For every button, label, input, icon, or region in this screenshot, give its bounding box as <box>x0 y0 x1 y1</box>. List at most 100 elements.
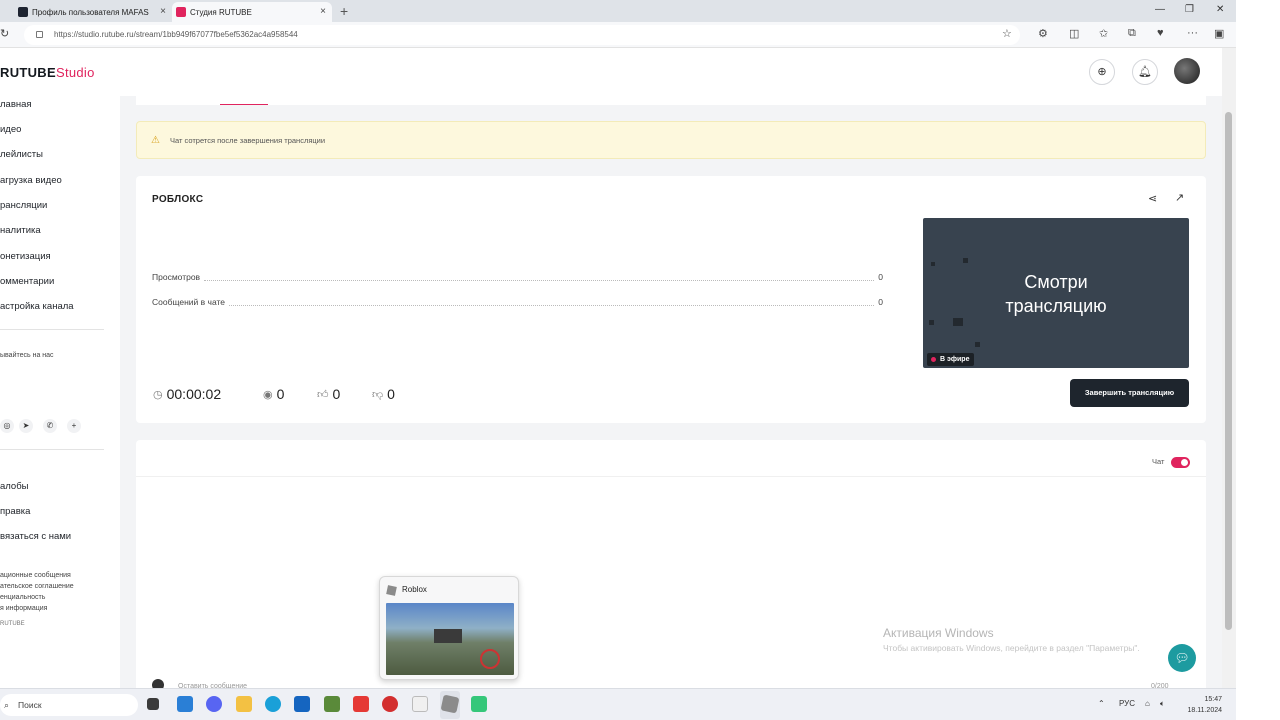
sidebar-item-complaints[interactable]: алобы <box>0 481 29 492</box>
footer-link[interactable]: ательское соглашение <box>0 583 74 590</box>
sidebar-item-upload[interactable]: агрузка видео <box>0 175 62 186</box>
collections-icon[interactable]: ⧉ <box>1128 27 1136 40</box>
stat-views: Просмотров 0 <box>152 272 883 282</box>
avatar[interactable] <box>1174 58 1200 84</box>
scrollbar-thumb[interactable] <box>1225 112 1232 630</box>
thumbnail-title: Roblox <box>402 585 427 594</box>
android-app-icon[interactable] <box>471 696 487 712</box>
site-header: RUTUBEStudio ⊕ 🔔︎ <box>0 48 1222 96</box>
edge-icon[interactable] <box>265 696 281 712</box>
browser-essentials-icon[interactable]: ♥ <box>1157 27 1164 39</box>
sidebar-item-home[interactable]: лавная <box>0 99 32 110</box>
sidebar-item-monetization[interactable]: онетизация <box>0 251 51 262</box>
browser-tab-studio[interactable]: Студия RUTUBE × <box>172 2 332 22</box>
preview-line-1: Смотри <box>1024 272 1088 292</box>
viewers-value: 0 <box>276 386 285 402</box>
notepad-icon[interactable] <box>412 696 428 712</box>
sidebar-item-videos[interactable]: идео <box>0 124 21 135</box>
sidebar-item-analytics[interactable]: налитика <box>0 225 41 236</box>
share-icon[interactable]: ⋖ <box>1148 192 1157 205</box>
preview-particle <box>975 342 980 347</box>
url-text: https://studio.rutube.ru/stream/1bb949f6… <box>54 30 298 39</box>
opera-icon[interactable] <box>382 696 398 712</box>
telegram-icon[interactable]: ➤ <box>19 419 33 433</box>
chat-warning-banner: ⚠ Чат сотрется после завершения трансляц… <box>136 121 1206 159</box>
favorite-star-icon[interactable]: ☆ <box>1002 27 1012 40</box>
browser-tab-profile[interactable]: Профиль пользователя MAFAS × <box>14 2 172 22</box>
windows-activation-title: Активация Windows <box>883 626 994 640</box>
warning-icon: ⚠ <box>151 135 160 146</box>
support-chat-button[interactable]: 💬︎ <box>1168 644 1196 672</box>
stream-preview[interactable]: Смотри трансляцию В эфире <box>923 218 1189 368</box>
ok-social-icon[interactable]: ◎ <box>0 419 14 433</box>
taskbar-clock[interactable]: 15:47 18.11.2024 <box>1184 694 1222 716</box>
preview-particle <box>929 320 934 325</box>
user-icon: ◉ <box>263 388 273 401</box>
footer-copyright: RUTUBE <box>0 621 25 627</box>
roblox-taskbar-icon[interactable] <box>440 694 460 714</box>
widgets-icon[interactable] <box>177 696 193 712</box>
more-menu-icon[interactable]: ··· <box>1187 27 1198 39</box>
rutube-studio-logo[interactable]: RUTUBEStudio <box>0 65 95 80</box>
sidebar-toggle-icon[interactable]: ▣ <box>1214 27 1224 40</box>
sidebar-item-channel-settings[interactable]: астройка канала <box>0 301 74 312</box>
store-icon[interactable] <box>294 696 310 712</box>
sidebar-item-streams[interactable]: рансляции <box>0 200 47 211</box>
stream-timer: ◷ 00:00:02 <box>153 386 221 402</box>
more-social-icon[interactable]: + <box>67 419 81 433</box>
chat-toggle-label: Чат <box>1152 457 1165 466</box>
sidebar-item-comments[interactable]: омментарии <box>0 276 54 287</box>
task-view-icon[interactable] <box>147 698 159 710</box>
viber-icon[interactable]: ✆ <box>43 419 57 433</box>
minecraft-icon[interactable] <box>324 696 340 712</box>
chat-toggle[interactable] <box>1171 457 1190 468</box>
clock-date: 18.11.2024 <box>1187 707 1222 714</box>
reload-icon[interactable]: ↻ <box>0 27 9 40</box>
page-scrollbar[interactable] <box>1222 48 1236 688</box>
extensions-icon[interactable]: ⚙ <box>1038 27 1048 40</box>
notifications-button[interactable]: 🔔︎ <box>1132 59 1158 85</box>
clock-time: 15:47 <box>1204 696 1222 703</box>
end-stream-button[interactable]: Завершить трансляцию <box>1070 379 1189 407</box>
chat-divider <box>136 476 1206 477</box>
external-link-icon[interactable]: ↗ <box>1175 191 1184 204</box>
footer-link[interactable]: енциальность <box>0 594 45 601</box>
stat-label: Просмотров <box>152 272 201 282</box>
sidebar-item-help[interactable]: правка <box>0 506 30 517</box>
footer-link[interactable]: ационные сообщения <box>0 572 71 579</box>
upload-button[interactable]: ⊕ <box>1089 59 1115 85</box>
sidebar-item-playlists[interactable]: лейлисты <box>0 149 43 160</box>
sidebar-item-contact[interactable]: вязаться с нами <box>0 531 71 542</box>
new-tab-icon[interactable]: + <box>340 3 348 19</box>
sidebar-divider <box>0 329 104 330</box>
url-field[interactable]: https://studio.rutube.ru/stream/1bb949f6… <box>24 25 1020 45</box>
yandex-icon[interactable] <box>353 696 369 712</box>
discord-icon[interactable] <box>206 696 222 712</box>
stat-value: 0 <box>878 297 883 307</box>
network-icon[interactable]: ⌂ <box>1145 699 1150 708</box>
active-tab-indicator <box>220 104 268 105</box>
stream-title: РОБЛОКС <box>152 194 204 205</box>
file-explorer-icon[interactable] <box>236 696 252 712</box>
close-tab-icon[interactable]: × <box>320 6 326 17</box>
stat-value: 0 <box>878 272 883 282</box>
favorites-icon[interactable]: ✩ <box>1099 27 1108 40</box>
language-indicator[interactable]: РУС <box>1119 699 1135 708</box>
tray-overflow-icon[interactable]: ⌃ <box>1098 699 1105 708</box>
footer-link[interactable]: я информация <box>0 605 47 612</box>
volume-icon[interactable]: 🔈︎ <box>1160 699 1165 709</box>
thumbnail-image <box>386 603 514 675</box>
toggle-knob <box>1181 459 1188 466</box>
maximize-icon[interactable]: ❐ <box>1185 4 1194 15</box>
game-speedometer <box>480 649 500 669</box>
stream-tabs <box>136 96 1206 105</box>
dislikes-value: 0 <box>387 386 395 402</box>
stream-card: РОБЛОКС ⋖ ↗ Просмотров 0 Сообщений в чат… <box>136 176 1206 423</box>
taskbar-search[interactable]: ⌕ Поиск <box>0 694 138 716</box>
close-tab-icon[interactable]: × <box>160 6 166 17</box>
rutube-favicon-icon <box>18 7 28 17</box>
minimize-icon[interactable]: — <box>1155 4 1165 15</box>
split-screen-icon[interactable]: ◫ <box>1069 27 1079 40</box>
taskbar-thumbnail-preview[interactable]: Roblox <box>379 576 519 680</box>
close-window-icon[interactable]: ✕ <box>1216 4 1224 15</box>
